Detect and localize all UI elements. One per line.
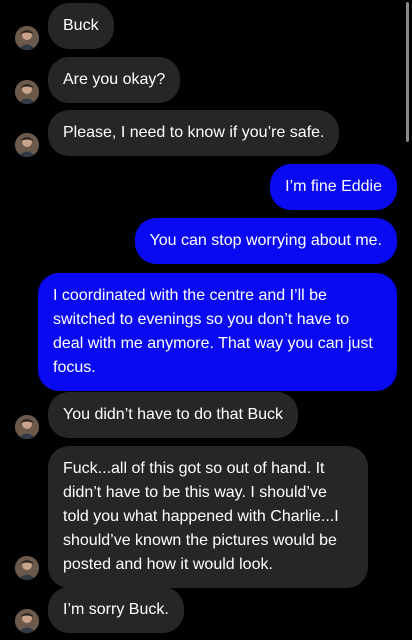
message-bubble-incoming[interactable]: Are you okay? <box>48 57 181 103</box>
avatar-photo-icon <box>15 609 39 633</box>
contact-avatar[interactable] <box>15 609 39 633</box>
avatar-photo-icon <box>15 26 39 50</box>
message-bubble-outgoing[interactable]: You can stop worrying about me. <box>134 218 397 264</box>
message-bubble-incoming[interactable]: Buck <box>48 3 114 49</box>
message-text: Buck <box>63 17 99 34</box>
contact-avatar[interactable] <box>15 80 39 104</box>
contact-avatar[interactable] <box>15 415 39 439</box>
avatar-photo-icon <box>15 556 39 580</box>
contact-avatar[interactable] <box>15 133 39 157</box>
avatar-photo-icon <box>15 133 39 157</box>
message-text: Please, I need to know if you’re safe. <box>63 124 325 141</box>
message-bubble-incoming[interactable]: I’m sorry Buck. <box>48 587 184 633</box>
message-bubble-incoming[interactable]: Fuck...all of this got so out of hand. I… <box>48 446 368 588</box>
message-bubble-outgoing[interactable]: I’m fine Eddie <box>270 164 397 210</box>
contact-avatar[interactable] <box>15 26 39 50</box>
message-bubble-incoming[interactable]: You didn’t have to do that Buck <box>48 392 299 438</box>
message-bubble-incoming[interactable]: Please, I need to know if you’re safe. <box>48 110 340 156</box>
message-text: Fuck...all of this got so out of hand. I… <box>63 460 339 573</box>
message-text: You can stop worrying about me. <box>149 232 382 249</box>
contact-avatar[interactable] <box>15 556 39 580</box>
message-text: I’m fine Eddie <box>285 178 382 195</box>
message-text: I’m sorry Buck. <box>63 601 169 618</box>
message-thread[interactable]: Buck Are you okay? Please, I need to kno… <box>0 0 412 640</box>
scrollbar[interactable] <box>406 2 409 142</box>
message-bubble-outgoing[interactable]: I coordinated with the centre and I’ll b… <box>38 273 397 391</box>
avatar-photo-icon <box>15 80 39 104</box>
avatar-photo-icon <box>15 415 39 439</box>
message-text: I coordinated with the centre and I’ll b… <box>53 287 373 376</box>
message-text: You didn’t have to do that Buck <box>63 406 284 423</box>
message-text: Are you okay? <box>63 71 166 88</box>
